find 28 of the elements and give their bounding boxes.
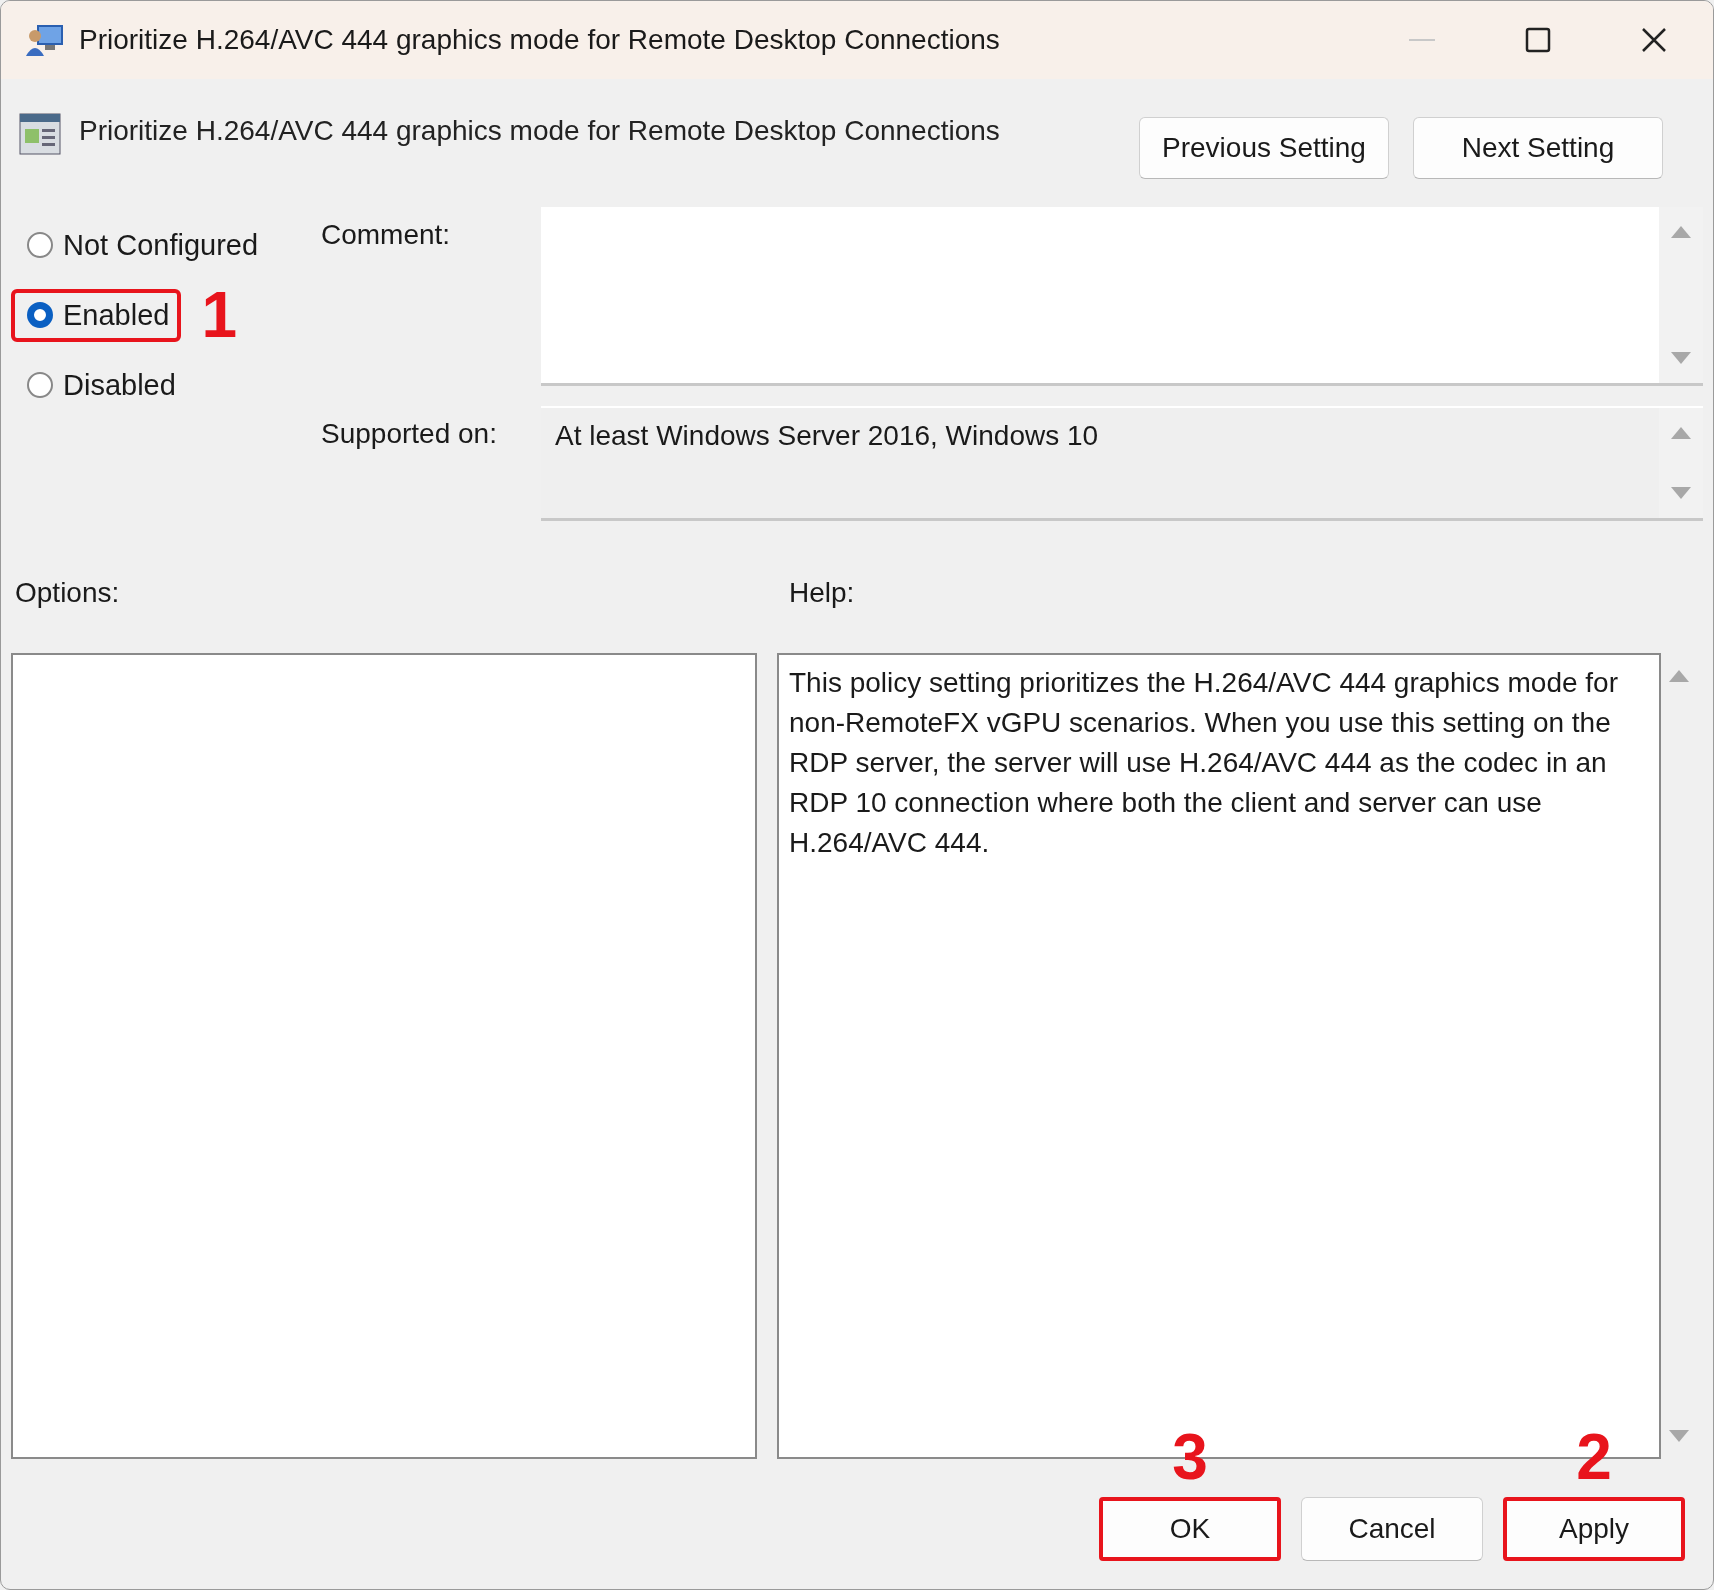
- setting-nav-button[interactable]: Previous Setting: [1139, 117, 1389, 179]
- dialog-button[interactable]: OK: [1099, 1497, 1281, 1561]
- radio-label[interactable]: Disabled: [63, 368, 176, 402]
- radio-label[interactable]: Not Configured: [63, 228, 259, 262]
- comment-field[interactable]: [541, 207, 1703, 386]
- window-title: Prioritize H.264/AVC 444 graphics mode for Remote Desktop Connections: [79, 24, 1001, 56]
- setting-title: Prioritize H.264/AVC 444 graphics mode for Remote Desktop Connections: [79, 114, 1001, 147]
- help-text: This policy setting prioritizes the H.264/AVC 444 graphics mode for non-RemoteFX vGPU scenarios. When you use this setting on the RDP server, the server will use H.264/AVC 444 as the codec in an RDP 10 connection where both the client and server can use H.264/AVC 444.: [789, 666, 1619, 860]
- section-label: Options:: [14, 577, 121, 610]
- computer-user-icon: [25, 22, 65, 58]
- dialog-button[interactable]: Apply: [1503, 1497, 1685, 1561]
- radio-button[interactable]: [27, 302, 53, 328]
- step-number: 2: [1576, 1425, 1612, 1489]
- radio-label[interactable]: Enabled: [63, 298, 170, 332]
- field-label: Comment:: [321, 218, 452, 252]
- close-icon[interactable]: [1641, 27, 1667, 53]
- radio-button[interactable]: [27, 232, 53, 258]
- dialog-button[interactable]: Cancel: [1301, 1497, 1483, 1561]
- supported-on-text: At least Windows Server 2016, Windows 10: [555, 420, 1099, 452]
- section-label: Help:: [788, 577, 856, 610]
- field-label: Supported on:: [321, 417, 498, 451]
- step-number: 1: [201, 283, 238, 347]
- step-number: 3: [1172, 1425, 1208, 1489]
- setting-nav-button[interactable]: Next Setting: [1413, 117, 1663, 179]
- minimize-icon[interactable]: [1409, 38, 1435, 42]
- radio-button[interactable]: [27, 372, 53, 398]
- maximize-icon[interactable]: [1525, 27, 1551, 53]
- policy-setting-icon: [19, 113, 61, 155]
